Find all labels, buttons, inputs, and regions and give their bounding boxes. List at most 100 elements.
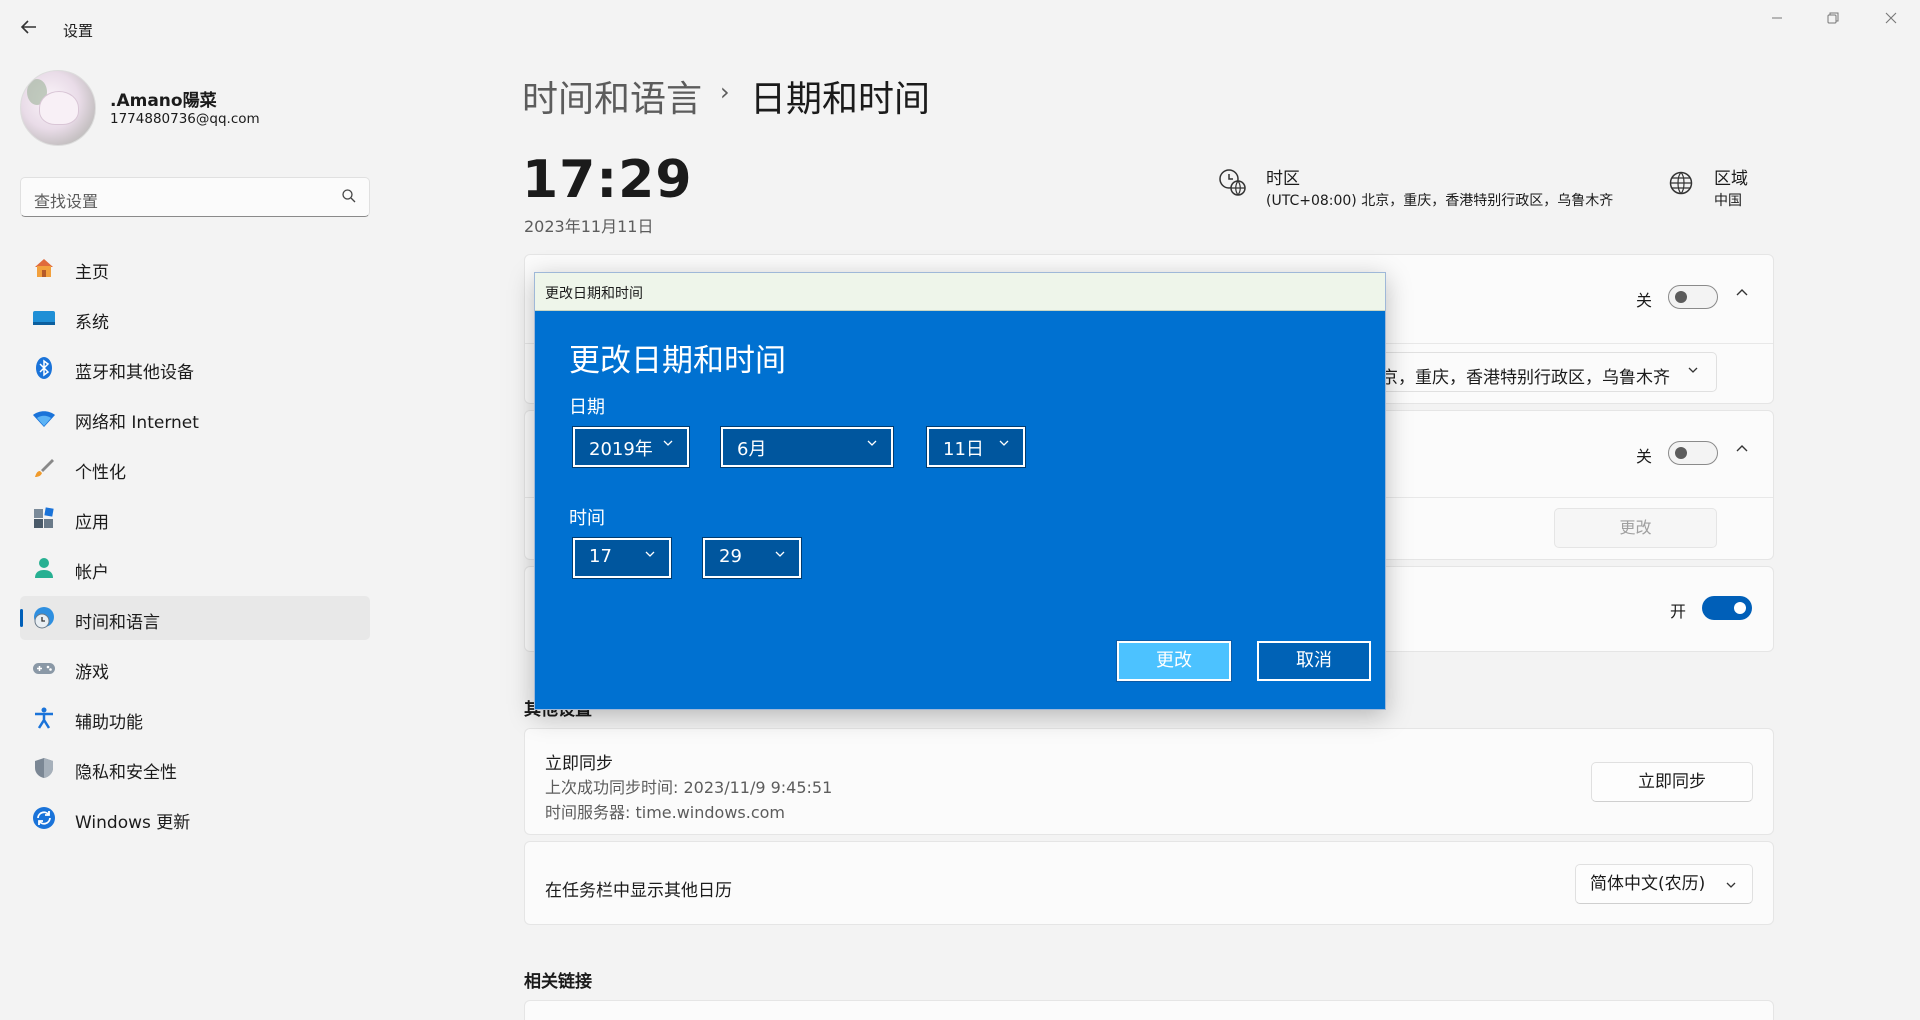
sidebar-nav: 主页 系统 蓝牙和其他设备 网络和 Internet 个性化 应用 帐户 时间和… <box>20 246 370 846</box>
chevron-down-icon <box>865 436 879 454</box>
sidebar-item-home[interactable]: 主页 <box>20 246 370 290</box>
chevron-down-icon <box>997 436 1011 454</box>
hour-select[interactable]: 17 <box>572 537 672 579</box>
sidebar-item-privacy[interactable]: 隐私和安全性 <box>20 746 370 790</box>
sync-now-button[interactable]: 立即同步 <box>1591 762 1753 802</box>
chevron-down-icon <box>1724 868 1738 906</box>
chevron-down-icon <box>661 436 675 454</box>
calendar-label: 在任务栏中显示其他日历 <box>545 881 732 901</box>
sidebar-item-apps[interactable]: 应用 <box>20 496 370 540</box>
apps-icon <box>32 506 56 530</box>
dialog-window-title: 更改日期和时间 <box>545 286 643 302</box>
gamepad-icon <box>32 656 56 680</box>
chevron-up-icon[interactable] <box>1734 441 1750 461</box>
sidebar-item-label: 游戏 <box>75 663 109 683</box>
calendar-select-value: 简体中文(农历) <box>1590 874 1706 894</box>
minute-value: 29 <box>719 546 742 567</box>
timezone-select-value: (UTC+08:00) 北京，重庆，香港特别行政区，乌鲁木齐 <box>1370 368 1670 388</box>
year-select[interactable]: 2019年 <box>572 426 690 468</box>
hour-value: 17 <box>589 546 612 567</box>
page-title: 日期和时间 <box>750 79 931 120</box>
related-links-card <box>524 1000 1774 1020</box>
user-profile[interactable]: .Amano陽菜 1774880736@qq.com <box>20 68 360 148</box>
sidebar-item-label: 个性化 <box>75 463 126 483</box>
sidebar-item-accessibility[interactable]: 辅助功能 <box>20 696 370 740</box>
minimize-icon[interactable] <box>1762 8 1792 32</box>
user-name: .Amano陽菜 <box>110 91 217 111</box>
search-placeholder: 查找设置 <box>34 192 99 211</box>
app-title: 设置 <box>63 22 94 40</box>
sidebar-item-system[interactable]: 系统 <box>20 296 370 340</box>
day-select[interactable]: 11日 <box>926 426 1026 468</box>
dialog-change-button[interactable]: 更改 <box>1116 640 1232 682</box>
sidebar-item-windows-update[interactable]: Windows 更新 <box>20 796 370 840</box>
current-time: 17:29 <box>522 150 693 210</box>
chevron-up-icon[interactable] <box>1734 285 1750 305</box>
search-icon <box>341 188 357 204</box>
sync-title: 立即同步 <box>545 754 613 774</box>
auto-time-toggle[interactable] <box>1668 441 1718 465</box>
sidebar-item-label: Windows 更新 <box>75 813 191 833</box>
sync-server: 时间服务器: time.windows.com <box>545 803 786 822</box>
sync-last-time: 上次成功同步时间: 2023/11/9 9:45:51 <box>545 778 833 797</box>
search-input[interactable]: 查找设置 <box>20 177 370 217</box>
sidebar-item-accounts[interactable]: 帐户 <box>20 546 370 590</box>
auto-timezone-toggle[interactable] <box>1668 285 1718 309</box>
back-arrow-icon[interactable] <box>18 16 44 42</box>
sidebar-item-gaming[interactable]: 游戏 <box>20 646 370 690</box>
day-value: 11日 <box>943 439 984 460</box>
sidebar-item-label: 时间和语言 <box>75 613 160 633</box>
dialog-body: 更改日期和时间 日期 2019年 6月 11日 时间 17 29 更改 取消 <box>535 311 1385 709</box>
dst-toggle-label: 开 <box>1670 602 1687 621</box>
sidebar-item-network[interactable]: 网络和 Internet <box>20 396 370 440</box>
timezone-icon <box>1218 168 1248 198</box>
sidebar-item-bluetooth[interactable]: 蓝牙和其他设备 <box>20 346 370 390</box>
brush-icon <box>32 456 56 480</box>
date-label: 日期 <box>569 397 605 418</box>
shield-icon <box>32 756 56 780</box>
dialog-title-bar[interactable]: 更改日期和时间 <box>535 273 1385 311</box>
sidebar-item-label: 系统 <box>75 313 109 333</box>
system-icon <box>32 306 56 330</box>
chevron-down-icon <box>1686 362 1700 381</box>
sidebar-item-label: 辅助功能 <box>75 713 143 733</box>
calendar-select[interactable]: 简体中文(农历) <box>1575 864 1753 904</box>
change-datetime-button[interactable]: 更改 <box>1554 508 1717 548</box>
timezone-select[interactable]: (UTC+08:00) 北京，重庆，香港特别行政区，乌鲁木齐 <box>1370 352 1717 392</box>
update-icon <box>32 806 56 830</box>
home-icon <box>32 256 56 280</box>
month-select[interactable]: 6月 <box>720 426 894 468</box>
title-bar: 设置 <box>0 0 1920 60</box>
wifi-icon <box>32 406 56 430</box>
time-label: 时间 <box>569 508 605 529</box>
user-email: 1774880736@qq.com <box>110 111 260 127</box>
sidebar-item-personalization[interactable]: 个性化 <box>20 446 370 490</box>
sidebar-item-label: 主页 <box>75 263 109 283</box>
breadcrumb-parent[interactable]: 时间和语言 <box>522 70 702 122</box>
sidebar-item-label: 蓝牙和其他设备 <box>75 363 194 383</box>
globe-icon <box>1668 170 1694 196</box>
minute-select[interactable]: 29 <box>702 537 802 579</box>
dialog-heading: 更改日期和时间 <box>569 343 786 379</box>
chevron-down-icon <box>643 547 657 565</box>
dialog-cancel-button[interactable]: 取消 <box>1257 641 1371 681</box>
auto-timezone-toggle-label: 关 <box>1636 291 1653 310</box>
calendar-card: 在任务栏中显示其他日历 简体中文(农历) <box>524 841 1774 925</box>
chevron-down-icon <box>773 547 787 565</box>
breadcrumb-separator: › <box>720 78 730 106</box>
timezone-title: 时区 <box>1266 169 1300 189</box>
account-icon <box>32 556 56 580</box>
related-links-heading: 相关链接 <box>524 972 592 992</box>
close-icon[interactable] <box>1876 8 1906 32</box>
region-value: 中国 <box>1714 193 1742 209</box>
accessibility-icon <box>32 706 56 730</box>
sidebar-item-label: 隐私和安全性 <box>75 763 177 783</box>
sidebar-item-time-language[interactable]: 时间和语言 <box>20 596 370 640</box>
dst-toggle[interactable] <box>1702 596 1752 620</box>
restore-icon[interactable] <box>1818 8 1848 32</box>
month-value: 6月 <box>737 439 767 460</box>
sidebar-item-label: 帐户 <box>75 563 109 583</box>
region-title: 区域 <box>1714 169 1748 189</box>
year-value: 2019年 <box>589 439 653 460</box>
timezone-value: (UTC+08:00) 北京，重庆，香港特别行政区，乌鲁木齐 <box>1266 193 1614 209</box>
